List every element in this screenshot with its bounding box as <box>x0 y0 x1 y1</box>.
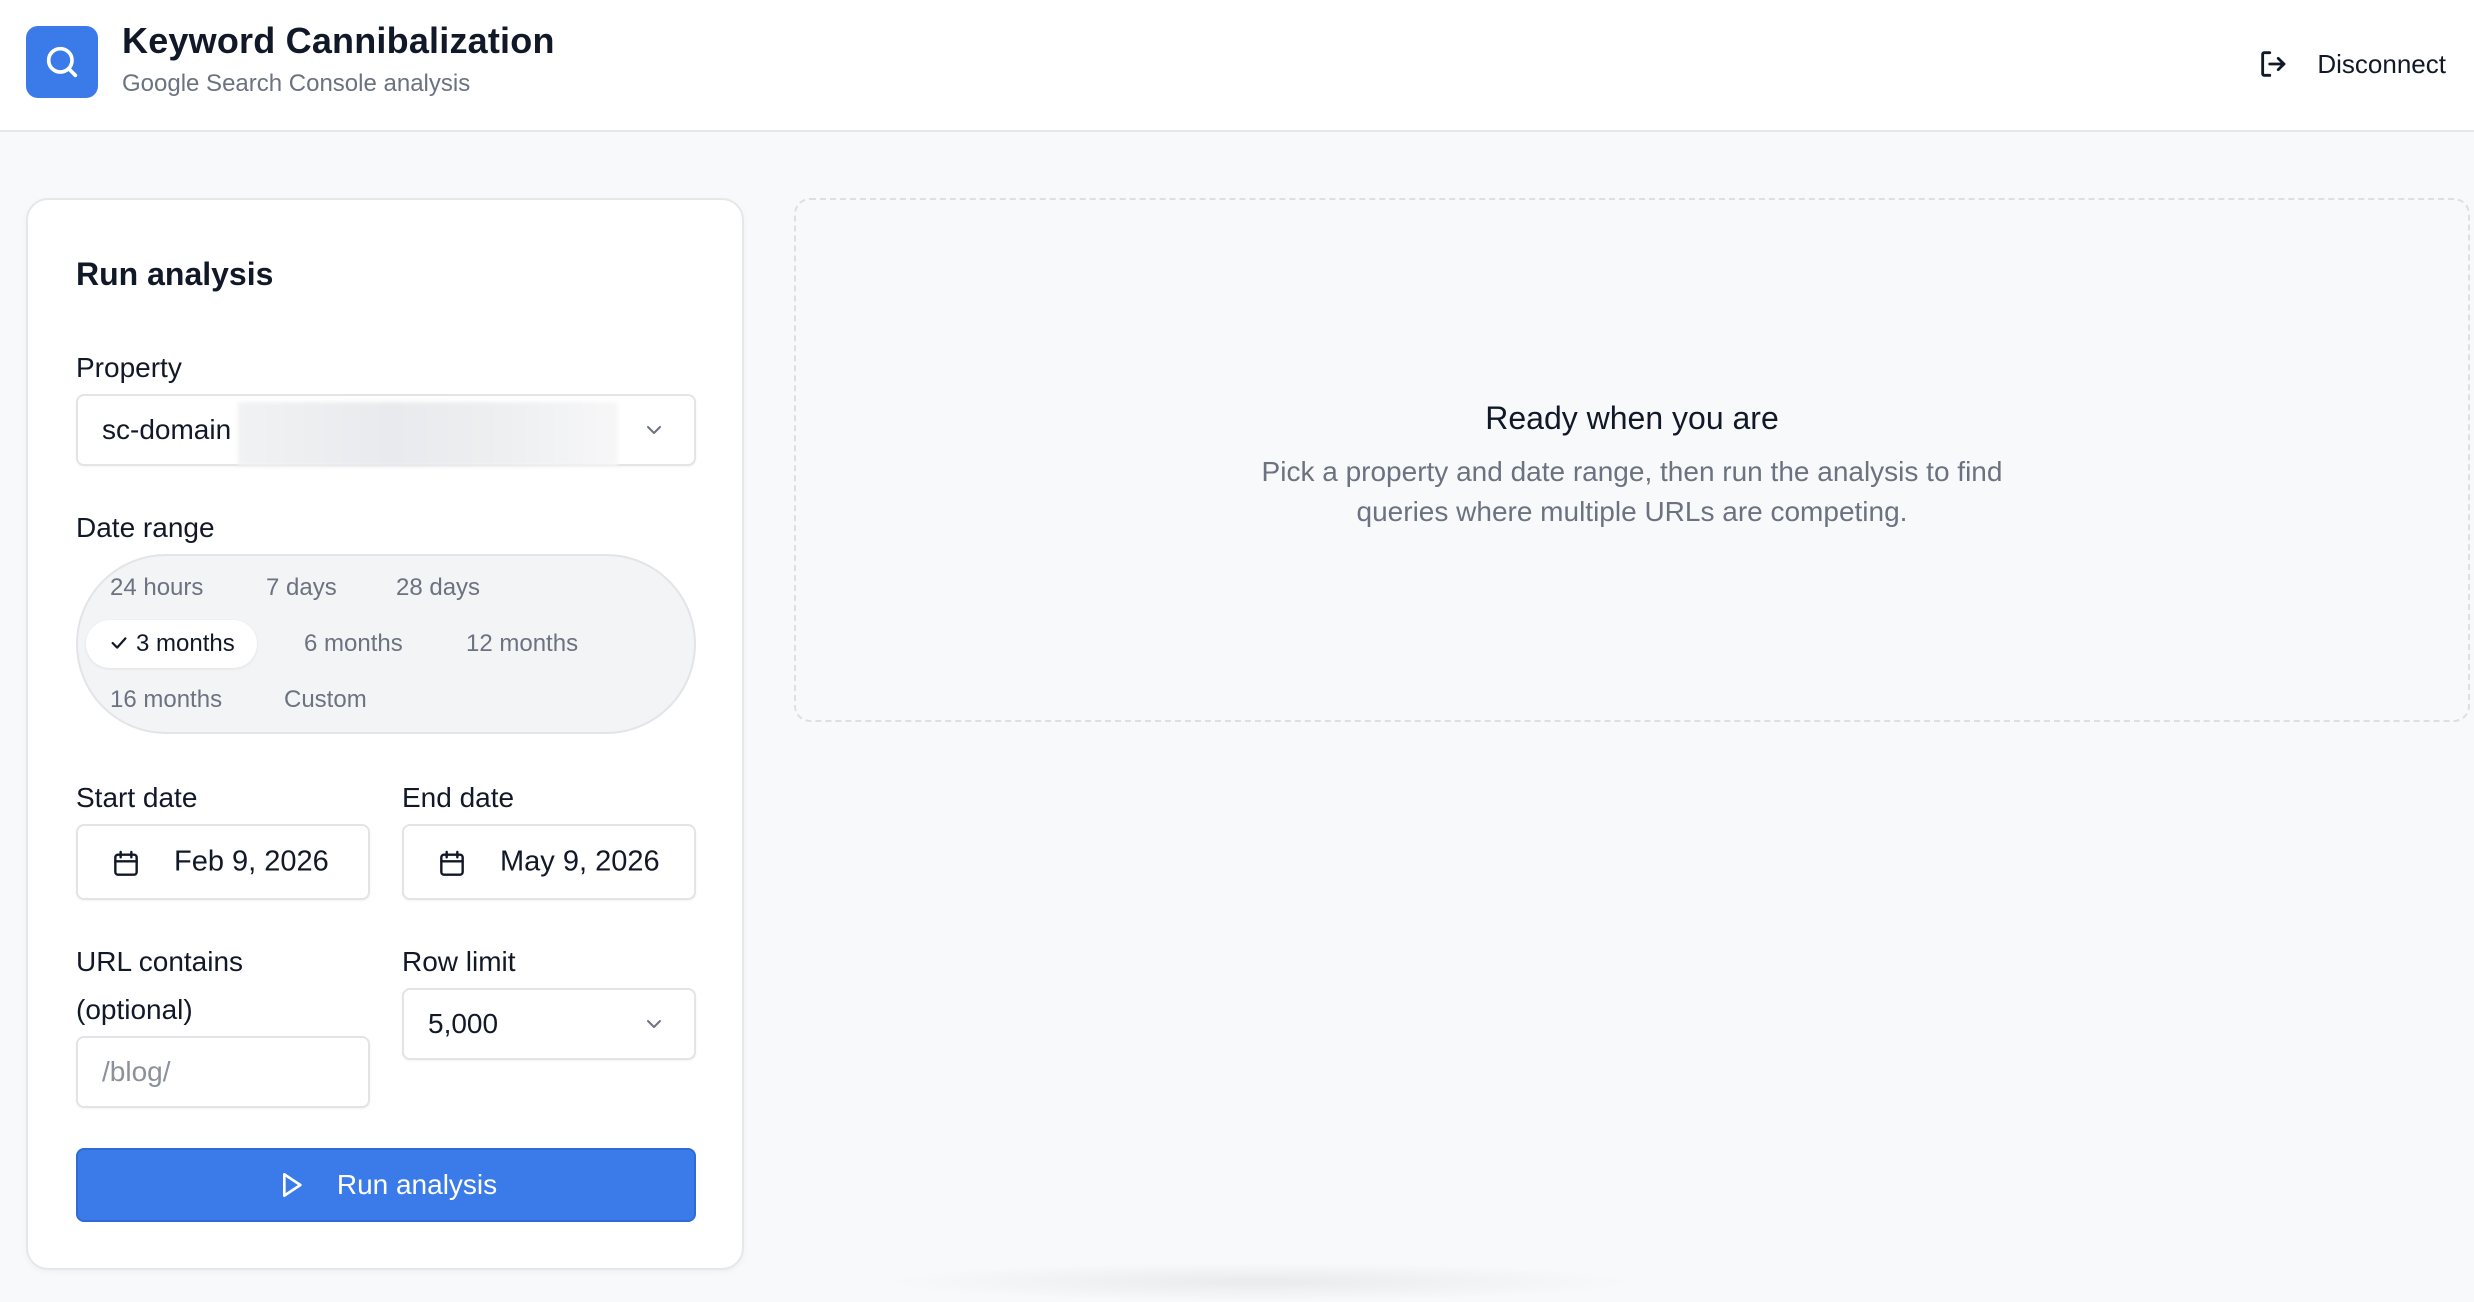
url-contains-optional-label: (optional) <box>76 994 193 1025</box>
logout-icon <box>2261 51 2286 77</box>
row-limit-select[interactable]: 5,000 <box>402 988 696 1060</box>
search-icon <box>46 46 78 78</box>
empty-state-title: Ready when you are <box>1485 400 1779 436</box>
range-custom[interactable]: Custom <box>284 676 367 724</box>
property-select[interactable]: sc-domain <box>76 394 696 466</box>
check-icon <box>111 637 127 649</box>
date-range-label: Date range <box>76 512 215 543</box>
end-date-picker[interactable]: May 9, 2026 <box>402 824 696 900</box>
property-label: Property <box>76 352 182 383</box>
start-date-picker[interactable]: Feb 9, 2026 <box>76 824 370 900</box>
redacted-property-mask <box>238 402 618 466</box>
range-16-months[interactable]: 16 months <box>110 676 222 724</box>
property-value: sc-domain <box>102 414 232 445</box>
app-header: Keyword Cannibalization Google Search Co… <box>0 0 2474 132</box>
range-28-days[interactable]: 28 days <box>396 564 480 612</box>
url-contains-input[interactable] <box>78 1038 368 1106</box>
range-7-days[interactable]: 7 days <box>266 564 337 612</box>
end-date-label: End date <box>402 782 515 813</box>
start-date-value: Feb 9, 2026 <box>174 845 329 878</box>
start-date-label: Start date <box>76 782 198 813</box>
url-contains-label: URL contains <box>76 946 244 977</box>
run-analysis-card: Run analysis Property sc-domain Date ran… <box>26 198 744 1270</box>
empty-state-description: Pick a property and date range, then run… <box>1261 456 2003 527</box>
card-title: Run analysis <box>76 256 274 292</box>
run-analysis-label: Run analysis <box>336 1169 498 1200</box>
row-limit-value: 5,000 <box>428 1008 499 1039</box>
range-3-months-label: 3 months <box>136 630 235 657</box>
end-date-value: May 9, 2026 <box>500 845 660 878</box>
disconnect-button[interactable]: Disconnect <box>2257 40 2446 88</box>
chevron-down-icon <box>647 426 661 434</box>
calendar-icon <box>440 850 464 876</box>
play-icon <box>282 1173 302 1197</box>
range-12-months[interactable]: 12 months <box>466 620 578 668</box>
date-range-selector: 24 hours 7 days 28 days 3 months 6 month… <box>76 554 696 734</box>
calendar-icon <box>114 850 138 876</box>
range-3-months[interactable]: 3 months <box>86 620 257 668</box>
range-6-months[interactable]: 6 months <box>304 620 403 668</box>
app-logo <box>26 26 98 98</box>
results-placeholder-panel: Ready when you are Pick a property and d… <box>794 198 2470 722</box>
run-analysis-button[interactable]: Run analysis <box>76 1148 696 1222</box>
url-contains-field[interactable] <box>76 1036 370 1108</box>
app-subtitle: Google Search Console analysis <box>122 70 471 97</box>
app-title: Keyword Cannibalization <box>122 20 555 61</box>
range-24-hours[interactable]: 24 hours <box>110 564 203 612</box>
bottom-shadow <box>880 1262 1640 1302</box>
chevron-down-icon <box>647 1020 661 1028</box>
disconnect-label: Disconnect <box>2317 48 2446 79</box>
row-limit-label: Row limit <box>402 946 516 977</box>
